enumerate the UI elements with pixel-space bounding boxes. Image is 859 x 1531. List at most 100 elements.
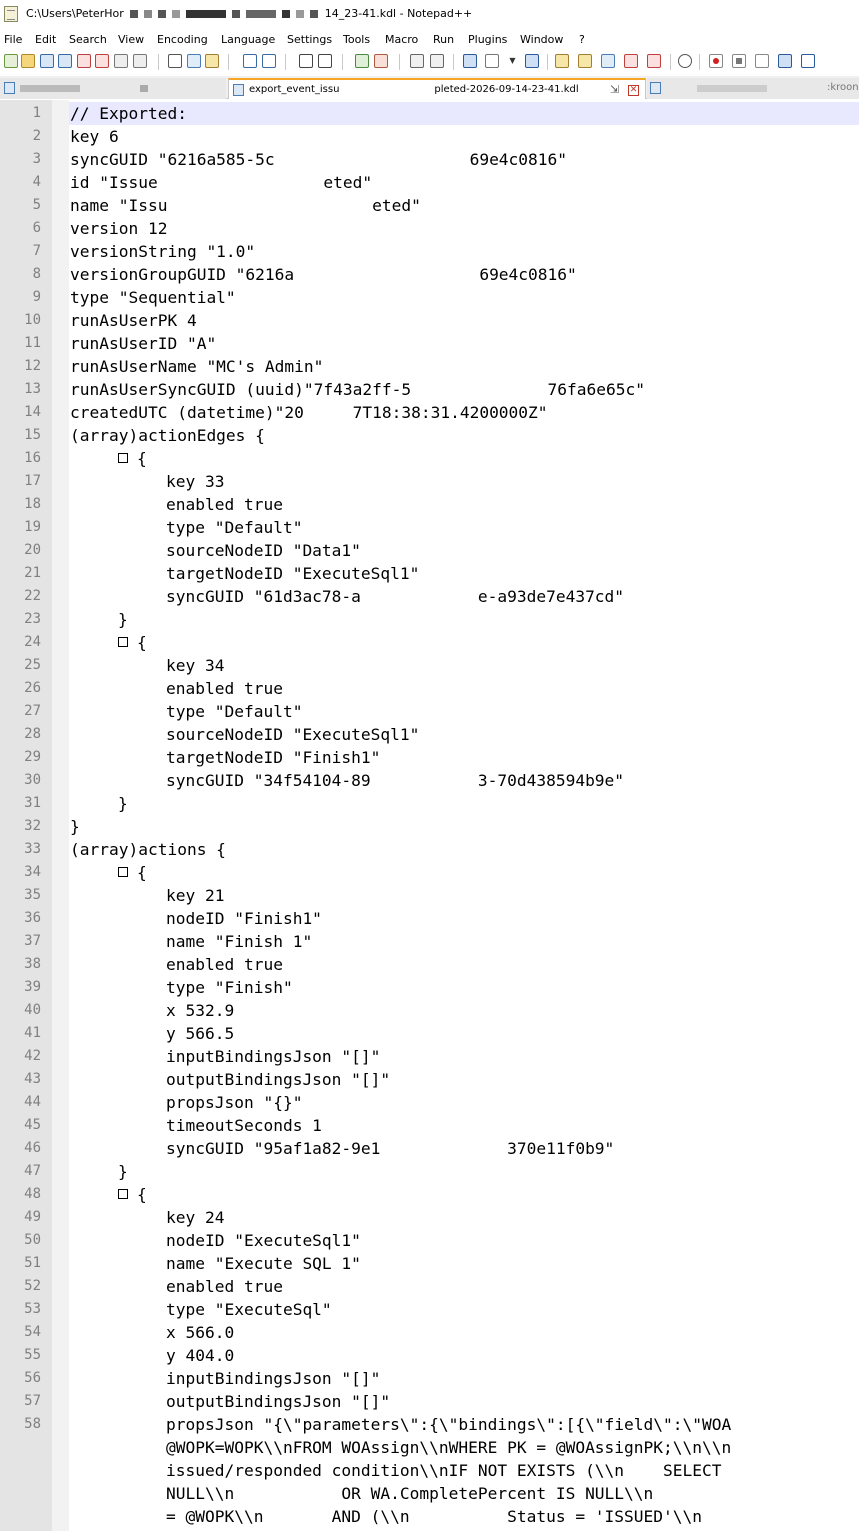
menu-file[interactable]: File: [4, 33, 22, 46]
run-macro-multiple-icon[interactable]: [778, 54, 792, 68]
pin-icon[interactable]: ⇲: [610, 83, 619, 96]
play-macro-icon[interactable]: [755, 54, 769, 68]
code-line: {: [137, 449, 147, 468]
code-line: id "Issue eted": [70, 173, 373, 192]
print-icon[interactable]: [114, 54, 128, 68]
user-language-icon[interactable]: [555, 54, 569, 68]
new-file-icon[interactable]: [4, 54, 18, 68]
tab-close-icon[interactable]: ✕: [628, 85, 639, 96]
code-line: x 566.0: [166, 1323, 235, 1342]
print-now-icon[interactable]: [133, 54, 147, 68]
folder-workspace-icon[interactable]: [624, 54, 638, 68]
menu-search[interactable]: Search: [69, 33, 107, 46]
code-line: type "Sequential": [70, 288, 236, 307]
menu-run[interactable]: Run: [433, 33, 454, 46]
toolbar-separator: [342, 54, 343, 70]
line-number: 19: [24, 519, 41, 535]
line-number: 36: [24, 910, 41, 926]
menu-help[interactable]: ?: [579, 33, 585, 46]
copy-icon[interactable]: [187, 54, 201, 68]
word-wrap-icon[interactable]: [463, 54, 477, 68]
menu-edit[interactable]: Edit: [35, 33, 56, 46]
line-number: 47: [24, 1163, 41, 1179]
code-line: syncGUID "34f54104-89 3-70d438594b9e": [166, 771, 625, 790]
line-number: 26: [24, 680, 41, 696]
replace-icon[interactable]: [318, 54, 332, 68]
redacted-block: [232, 10, 241, 18]
stop-macro-icon[interactable]: [732, 54, 746, 68]
line-number: 30: [24, 772, 41, 788]
line-number: 58: [24, 1416, 41, 1432]
menu-language[interactable]: Language: [221, 33, 275, 46]
code-line: timeoutSeconds 1: [166, 1116, 322, 1135]
tab-active[interactable]: export_event_issu pleted-2026-09-14-23-41…: [228, 78, 646, 99]
redacted-block: [144, 10, 153, 18]
fold-margin: [52, 100, 69, 1531]
toolbar: ▼: [0, 50, 859, 74]
menu-view[interactable]: View: [118, 33, 144, 46]
monitoring-icon[interactable]: [647, 54, 661, 68]
toolbar-separator: [670, 54, 671, 70]
view-icon[interactable]: [678, 54, 692, 68]
code-line: }: [70, 817, 80, 836]
line-number: 44: [24, 1094, 41, 1110]
code-line: {: [137, 633, 147, 652]
fold-toggle-icon[interactable]: [118, 1189, 128, 1199]
line-number: 17: [24, 473, 41, 489]
line-number: 18: [24, 496, 41, 512]
redo-icon[interactable]: [262, 54, 276, 68]
code-line: = @WOPK\\n AND (\\n Status = 'ISSUED'\\n: [166, 1507, 703, 1526]
menu-macro[interactable]: Macro: [385, 33, 418, 46]
menu-encoding[interactable]: Encoding: [157, 33, 208, 46]
zoom-out-icon[interactable]: [374, 54, 388, 68]
toolbar-separator: [547, 54, 548, 70]
code-line: (array)actionEdges {: [70, 426, 265, 445]
fold-toggle-icon[interactable]: [118, 867, 128, 877]
undo-icon[interactable]: [243, 54, 257, 68]
line-number: 1: [32, 105, 41, 121]
menu-settings[interactable]: Settings: [287, 33, 332, 46]
close-icon[interactable]: [77, 54, 91, 68]
menu-plugins[interactable]: Plugins: [468, 33, 507, 46]
text-editor[interactable]: 1 // Exported: 2 key 6 3 syncGUID "6216a585-…: [0, 100, 859, 1531]
record-macro-icon[interactable]: [709, 54, 723, 68]
tab-inactive-right[interactable]: :kroon: [647, 78, 859, 99]
fold-toggle-icon[interactable]: [118, 637, 128, 647]
save-icon[interactable]: [40, 54, 54, 68]
sync-horizontal-icon[interactable]: [430, 54, 444, 68]
redacted-block: [186, 10, 227, 18]
document-map-icon[interactable]: [578, 54, 592, 68]
line-number: 24: [24, 634, 41, 650]
code-line: }: [118, 1162, 128, 1181]
code-line: sourceNodeID "Data1": [166, 541, 361, 560]
zoom-in-icon[interactable]: [355, 54, 369, 68]
close-all-icon[interactable]: [95, 54, 109, 68]
fold-toggle-icon[interactable]: [118, 453, 128, 463]
tab-inactive-left[interactable]: [0, 78, 226, 99]
save-all-icon[interactable]: [58, 54, 72, 68]
chevron-down-icon[interactable]: ▼: [508, 54, 517, 68]
code-line: key 34: [166, 656, 225, 675]
line-number: 4: [32, 174, 41, 190]
line-number: 52: [24, 1278, 41, 1294]
menu-tools[interactable]: Tools: [343, 33, 370, 46]
redacted-block: [140, 85, 148, 92]
document-icon: [650, 82, 661, 94]
line-number: 9: [32, 289, 41, 305]
menu-window[interactable]: Window: [520, 33, 563, 46]
code-line: runAsUserName "MC's Admin": [70, 357, 324, 376]
function-list-icon[interactable]: [601, 54, 615, 68]
save-macro-icon[interactable]: [801, 54, 815, 68]
indent-guide-icon[interactable]: [525, 54, 539, 68]
line-number: [0, 1459, 41, 1482]
code-line: name "Execute SQL 1": [166, 1254, 361, 1273]
sync-vertical-icon[interactable]: [410, 54, 424, 68]
line-number: 37: [24, 933, 41, 949]
show-all-characters-icon[interactable]: [485, 54, 499, 68]
code-line: y 404.0: [166, 1346, 235, 1365]
open-file-icon[interactable]: [21, 54, 35, 68]
cut-icon[interactable]: [168, 54, 182, 68]
paste-icon[interactable]: [205, 54, 219, 68]
code-line: inputBindingsJson "[]": [166, 1047, 381, 1066]
find-icon[interactable]: [299, 54, 313, 68]
